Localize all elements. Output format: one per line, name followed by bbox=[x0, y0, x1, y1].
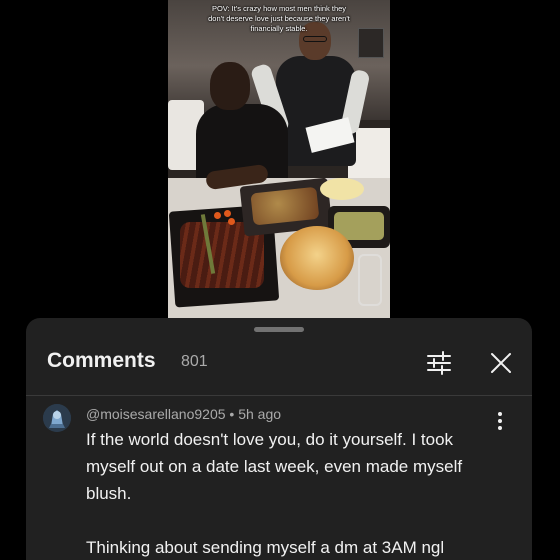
carrot-garnish bbox=[224, 210, 231, 217]
waiter-glasses bbox=[303, 36, 327, 42]
comment-text: If the world doesn't love you, do it you… bbox=[86, 430, 463, 557]
comments-sheet: Comments 801 @moisesarellano9205 • 5h ag… bbox=[26, 318, 532, 560]
diner-head bbox=[210, 62, 250, 110]
more-vertical-icon[interactable] bbox=[492, 410, 508, 432]
avatar-icon[interactable] bbox=[43, 404, 71, 432]
comments-title: Comments bbox=[47, 349, 156, 372]
side-dish bbox=[250, 186, 320, 226]
comment-author[interactable]: @moisesarellano9205 bbox=[86, 406, 226, 422]
comment-time: 5h ago bbox=[238, 406, 282, 422]
carrot-garnish bbox=[214, 212, 221, 219]
comment-meta: @moisesarellano9205 • 5h ago bbox=[86, 406, 281, 422]
meta-separator: • bbox=[225, 406, 239, 422]
video-player[interactable]: POV: It's crazy how most men think they … bbox=[168, 0, 390, 318]
drag-handle[interactable] bbox=[254, 327, 304, 332]
carrot-garnish bbox=[228, 218, 235, 225]
water-glass bbox=[358, 254, 382, 306]
sort-filter-icon[interactable] bbox=[424, 348, 454, 378]
header-divider bbox=[26, 395, 532, 396]
gratin-dish bbox=[280, 226, 354, 290]
comments-count: 801 bbox=[181, 353, 208, 370]
butter-dish bbox=[320, 178, 364, 200]
video-caption: POV: It's crazy how most men think they … bbox=[208, 4, 350, 33]
close-icon[interactable] bbox=[486, 348, 516, 378]
